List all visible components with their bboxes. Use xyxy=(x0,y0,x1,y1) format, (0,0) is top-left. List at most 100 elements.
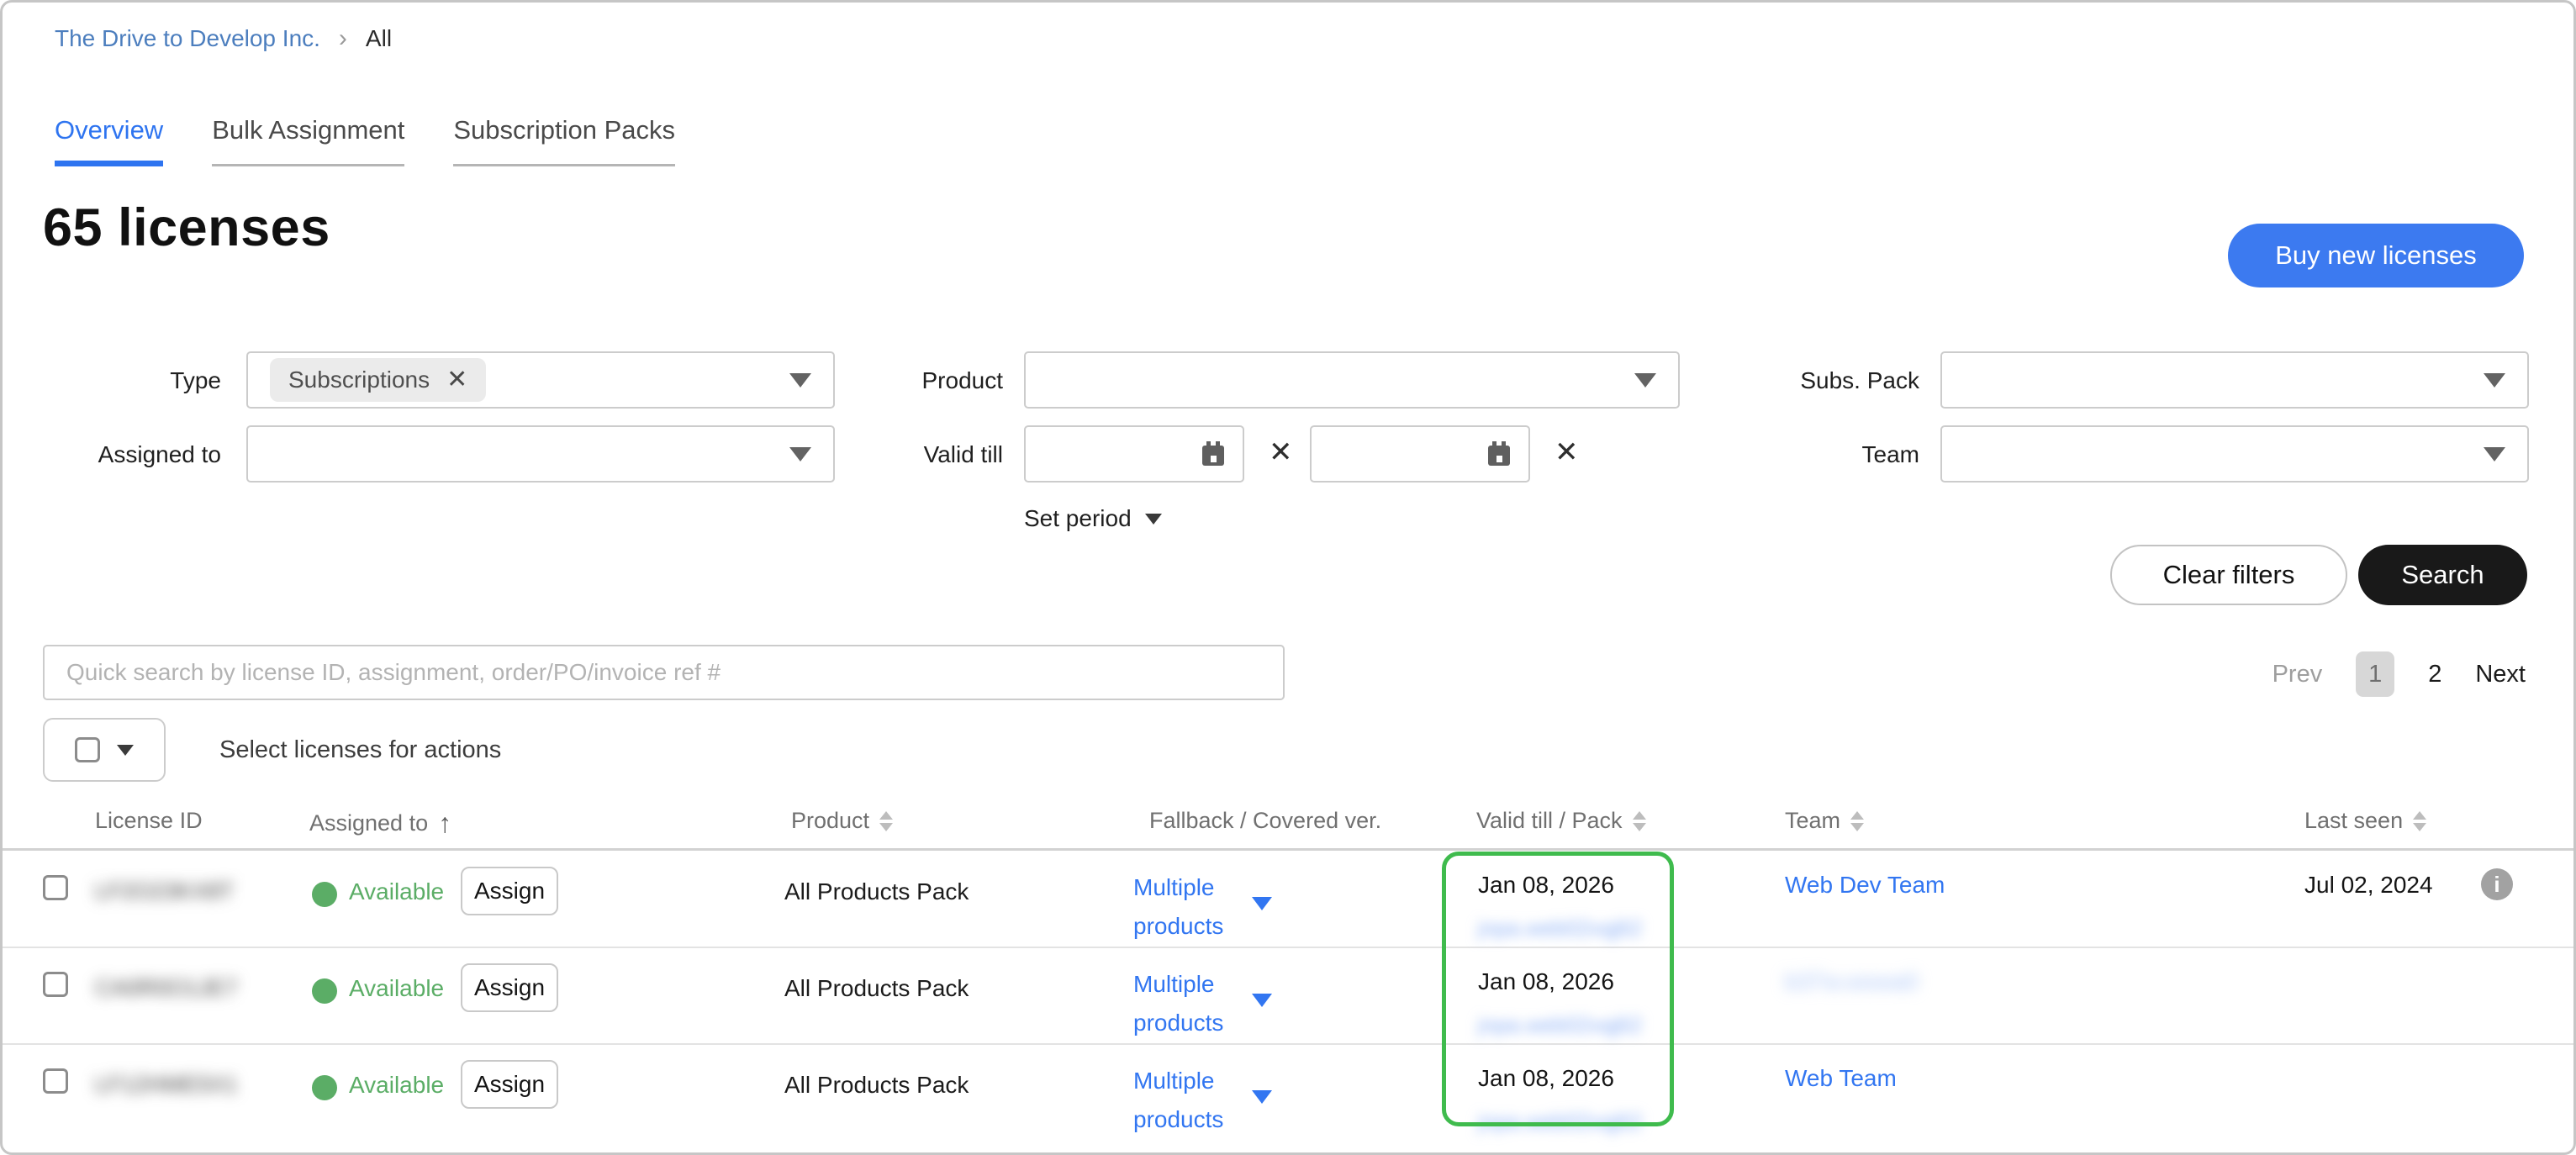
column-product-label: Product xyxy=(791,808,869,834)
license-id-blurred: LF2O23KX8T xyxy=(95,878,234,904)
page-title: 65 licenses xyxy=(43,198,330,258)
breadcrumb-company-link[interactable]: The Drive to Develop Inc. xyxy=(55,25,320,52)
product-filter-select[interactable] xyxy=(1024,351,1680,409)
sort-ascending-icon: ↑ xyxy=(438,808,451,839)
row-checkbox[interactable] xyxy=(43,972,68,997)
tab-bulk-assignment[interactable]: Bulk Assignment xyxy=(212,115,404,166)
breadcrumb: The Drive to Develop Inc. › All xyxy=(55,24,392,53)
sort-toggle-icon xyxy=(879,811,893,831)
column-team-label: Team xyxy=(1785,808,1840,834)
table-header: License ID Assigned to ↑ Product Fallbac… xyxy=(3,808,2573,848)
clear-date-icon[interactable]: ✕ xyxy=(1269,438,1293,467)
chip-close-icon[interactable]: ✕ xyxy=(446,367,467,393)
multiple-products-link[interactable]: Multiple products xyxy=(1133,868,1251,946)
column-last-seen[interactable]: Last seen xyxy=(2304,808,2426,834)
sort-toggle-icon xyxy=(1850,811,1864,831)
pack-link-blurred[interactable]: jnpa.web02xqj62 xyxy=(1478,915,1642,941)
select-all-dropdown-button[interactable] xyxy=(43,718,166,782)
column-last-seen-label: Last seen xyxy=(2304,808,2403,834)
sort-toggle-icon xyxy=(1633,811,1646,831)
last-seen-cell: Jul 02, 2024 xyxy=(2304,872,2433,899)
status-dot-icon xyxy=(312,882,337,907)
column-assigned-to-label: Assigned to xyxy=(309,810,428,836)
pagination-prev[interactable]: Prev xyxy=(2272,661,2323,688)
type-filter-label: Type xyxy=(3,367,221,394)
quick-search-input[interactable] xyxy=(43,645,1285,700)
product-cell: All Products Pack xyxy=(784,1072,969,1099)
valid-till-filter-label: Valid till xyxy=(759,441,1003,468)
calendar-icon xyxy=(1199,440,1227,468)
pack-link-blurred[interactable]: jnpa.web02xqj62 xyxy=(1478,1012,1642,1038)
row-checkbox[interactable] xyxy=(43,875,68,900)
column-valid-till[interactable]: Valid till / Pack xyxy=(1476,808,1646,834)
chevron-down-icon[interactable] xyxy=(1252,897,1272,910)
status-dot-icon xyxy=(312,1075,337,1100)
valid-till-cell: Jan 08, 2026 xyxy=(1478,968,1614,995)
row-checkbox[interactable] xyxy=(43,1068,68,1094)
column-product[interactable]: Product xyxy=(791,808,893,834)
assign-button[interactable]: Assign xyxy=(461,963,558,1012)
table-row: LF2O23KX8T Available Assign All Products… xyxy=(3,850,2573,948)
info-icon[interactable]: i xyxy=(2481,868,2513,900)
chevron-down-icon[interactable] xyxy=(1252,994,1272,1007)
pagination-page-1[interactable]: 1 xyxy=(2356,651,2394,697)
chevron-down-icon xyxy=(2484,447,2505,461)
team-link-blurred[interactable]: b37w.wswa0 xyxy=(1785,968,1919,995)
product-cell: All Products Pack xyxy=(784,975,969,1002)
column-team[interactable]: Team xyxy=(1785,808,1864,834)
chevron-down-icon xyxy=(2484,373,2505,388)
select-licenses-hint: Select licenses for actions xyxy=(219,736,501,764)
pack-link-blurred[interactable]: jnpa.web02xqj62 xyxy=(1478,1109,1642,1135)
breadcrumb-current: All xyxy=(366,25,392,52)
chevron-down-icon xyxy=(117,745,134,756)
tab-bar: Overview Bulk Assignment Subscription Pa… xyxy=(55,115,675,166)
column-fallback-label: Fallback / Covered ver. xyxy=(1149,808,1381,834)
valid-till-from-input[interactable] xyxy=(1024,425,1244,483)
license-admin-page: The Drive to Develop Inc. › All Overview… xyxy=(0,0,2576,1155)
tab-overview[interactable]: Overview xyxy=(55,115,163,166)
team-filter-select[interactable] xyxy=(1940,425,2529,483)
column-license-id-label: License ID xyxy=(95,808,203,834)
team-link[interactable]: Web Team xyxy=(1785,1065,1897,1092)
type-filter-select[interactable]: Subscriptions ✕ xyxy=(246,351,835,409)
buy-new-licenses-button[interactable]: Buy new licenses xyxy=(2228,224,2524,287)
breadcrumb-separator-icon: › xyxy=(339,24,347,53)
subs-pack-filter-label: Subs. Pack xyxy=(1676,367,1919,394)
pagination-next[interactable]: Next xyxy=(2475,661,2526,688)
column-valid-till-label: Valid till / Pack xyxy=(1476,808,1623,834)
bulk-select-row: Select licenses for actions xyxy=(43,718,501,782)
status-badge: Available xyxy=(349,1072,444,1099)
license-id-blurred: LF12HME5X1 xyxy=(95,1072,238,1098)
valid-till-cell: Jan 08, 2026 xyxy=(1478,1065,1614,1092)
table-row: CA0R0O1JE7 Available Assign All Products… xyxy=(3,947,2573,1045)
set-period-label: Set period xyxy=(1024,505,1132,532)
valid-till-to-input[interactable] xyxy=(1310,425,1530,483)
clear-date-icon[interactable]: ✕ xyxy=(1555,438,1579,467)
pagination-page-2[interactable]: 2 xyxy=(2428,661,2441,688)
subs-pack-filter-select[interactable] xyxy=(1940,351,2529,409)
sort-toggle-icon xyxy=(2413,811,2426,831)
type-filter-chip: Subscriptions ✕ xyxy=(270,358,486,402)
product-cell: All Products Pack xyxy=(784,878,969,905)
assigned-to-filter-select[interactable] xyxy=(246,425,835,483)
chevron-down-icon xyxy=(1634,373,1656,388)
assigned-to-filter-label: Assigned to xyxy=(3,441,221,468)
chevron-down-icon[interactable] xyxy=(1252,1090,1272,1104)
column-assigned-to[interactable]: Assigned to ↑ xyxy=(309,808,451,839)
assign-button[interactable]: Assign xyxy=(461,1060,558,1109)
column-license-id: License ID xyxy=(95,808,203,834)
search-button[interactable]: Search xyxy=(2358,545,2527,605)
set-period-dropdown[interactable]: Set period xyxy=(1024,505,1162,532)
multiple-products-link[interactable]: Multiple products xyxy=(1133,965,1251,1042)
type-chip-label: Subscriptions xyxy=(288,367,430,393)
assign-button[interactable]: Assign xyxy=(461,867,558,915)
multiple-products-link[interactable]: Multiple products xyxy=(1133,1062,1251,1139)
team-link[interactable]: Web Dev Team xyxy=(1785,872,1945,899)
calendar-icon xyxy=(1485,440,1513,468)
valid-till-cell: Jan 08, 2026 xyxy=(1478,872,1614,899)
select-all-checkbox[interactable] xyxy=(75,737,100,762)
status-badge: Available xyxy=(349,975,444,1002)
tab-subscription-packs[interactable]: Subscription Packs xyxy=(453,115,675,166)
status-dot-icon xyxy=(312,978,337,1004)
clear-filters-button[interactable]: Clear filters xyxy=(2110,545,2347,605)
